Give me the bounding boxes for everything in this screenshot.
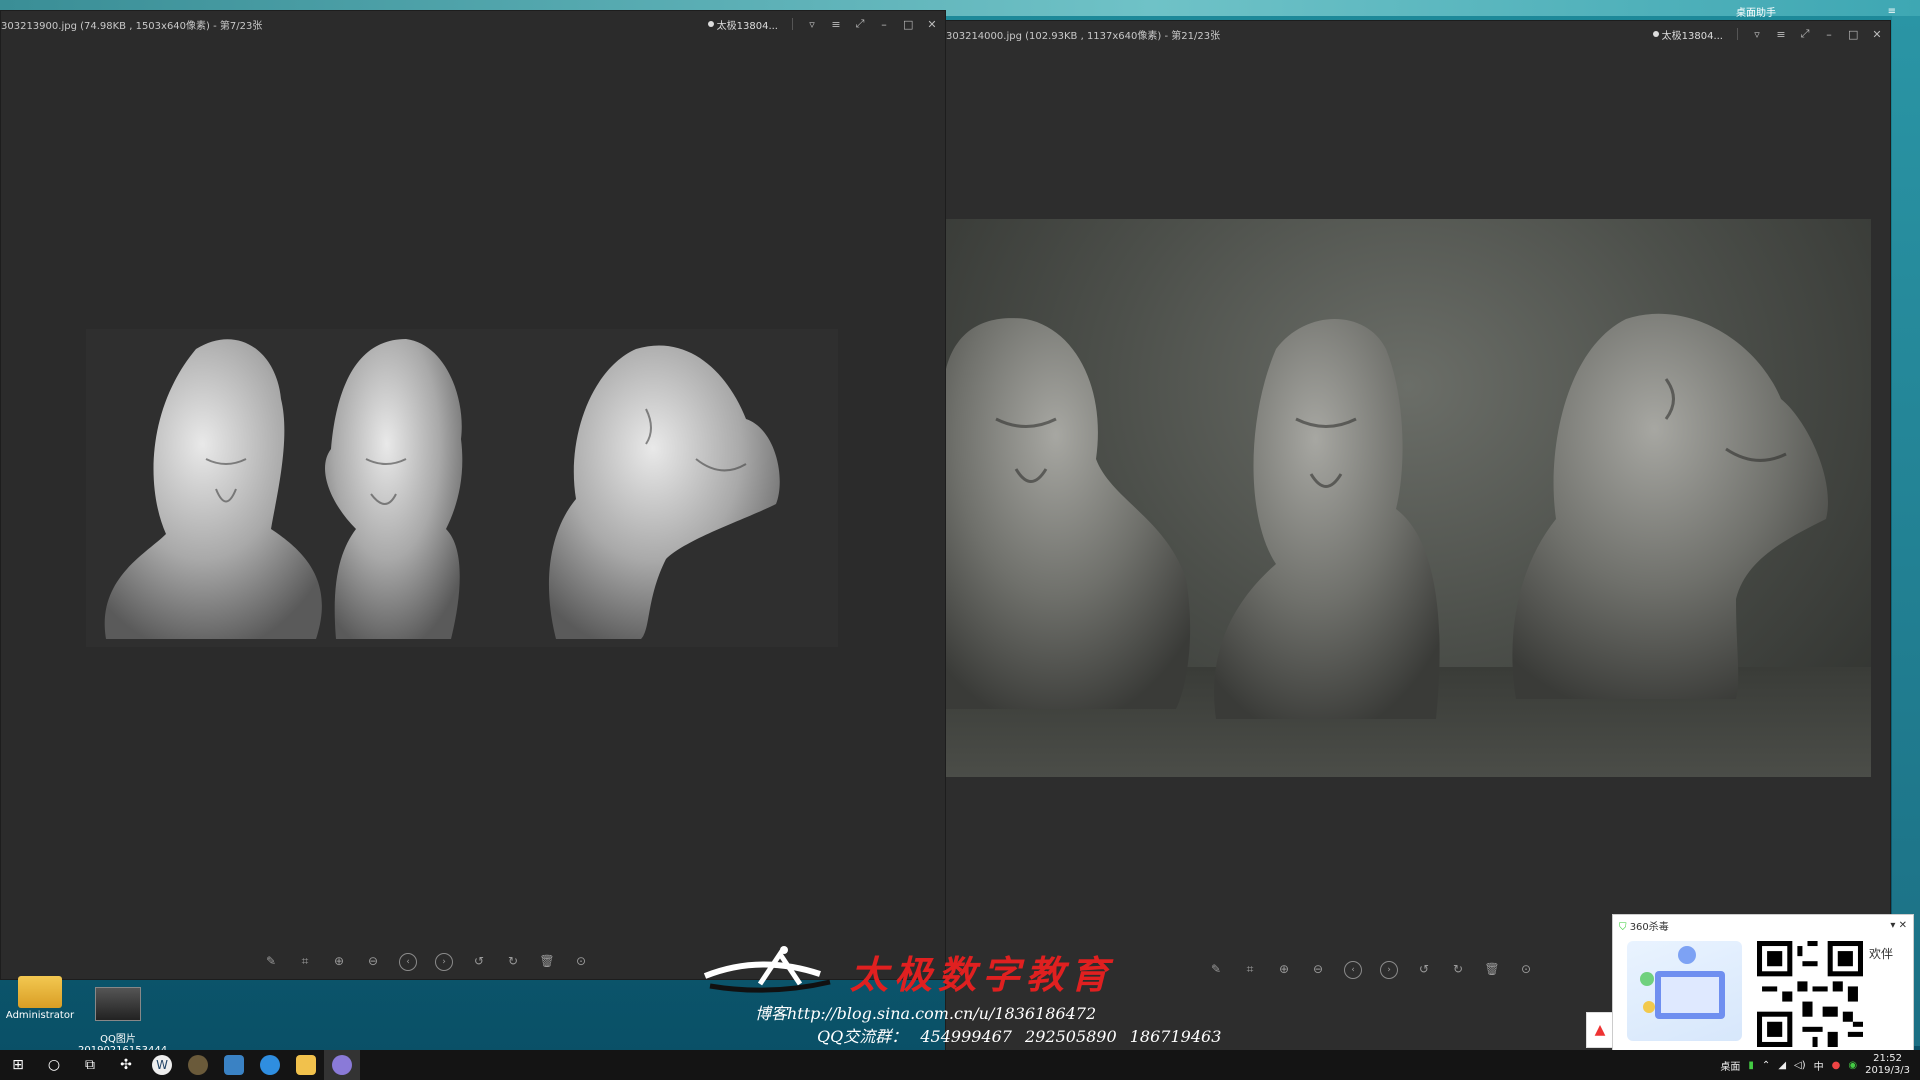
more-icon[interactable]: ⊙ (1518, 961, 1534, 977)
delete-icon[interactable]: 🗑 (1484, 961, 1500, 977)
qr-code-icon[interactable] (1757, 941, 1863, 1047)
chevron-down-icon[interactable]: ▾ (1890, 920, 1895, 931)
watermark-overlay: 太极数字教育 博客http://blog.sina.com.cn/u/18361… (700, 944, 1320, 1059)
popup-header: ⛉ 360杀毒 ▾ ✕ (1613, 915, 1913, 935)
shield-icon: ⛉ (1619, 921, 1627, 933)
minimize-button[interactable]: – (879, 18, 889, 31)
divider (1737, 28, 1738, 40)
image-viewer-icon[interactable] (324, 1050, 360, 1080)
user-name: 太极13804... (716, 20, 778, 32)
clock-date: 2019/3/3 (1865, 1065, 1910, 1076)
desktop-wallpaper-strip (1892, 16, 1920, 1046)
volume-icon[interactable]: ◁) (1794, 1060, 1806, 1071)
prev-icon[interactable]: ‹ (399, 953, 417, 971)
network-icon[interactable]: ◢ (1778, 1060, 1786, 1071)
viewer-titlebar[interactable]: 303213900.jpg (74.98KB , 1503x640像素) - 第… (1, 11, 945, 37)
maximize-button[interactable]: □ (903, 18, 913, 31)
viewer-title: 303213900.jpg (74.98KB , 1503x640像素) - 第… (1, 20, 263, 32)
chevron-up-icon[interactable]: ⌃ (1762, 1060, 1770, 1071)
user-status-icon (1652, 31, 1659, 37)
system-tray: 桌面 ▮ ⌃ ◢ ◁) 中 ● ◉ 21:52 2019/3/3 (1720, 1050, 1910, 1080)
desktop-helper-bar[interactable]: 桌面助手 ≡ (1736, 4, 1896, 19)
sculpt-render-image (86, 329, 838, 647)
next-icon[interactable]: › (435, 953, 453, 971)
user-account[interactable]: 太极13804... (707, 17, 778, 32)
blog-url: 博客http://blog.sina.com.cn/u/1836186472 (755, 1004, 1097, 1023)
windows-start-icon[interactable]: ⊞ (0, 1050, 36, 1080)
zoom-in-icon[interactable]: ⊕ (331, 953, 347, 969)
next-icon[interactable]: › (1380, 961, 1398, 979)
viewer-toolbar: ✎ ⌗ ⊕ ⊖ ‹ › ↺ ↻ 🗑 ⊙ (263, 953, 589, 971)
image-viewer-right: 303214000.jpg (102.93KB , 1137x640像素) - … (945, 20, 1891, 1052)
fullscreen-icon[interactable]: ⤢ (1800, 27, 1810, 41)
image-file-icon (95, 987, 141, 1021)
user-name: 太极13804... (1661, 30, 1723, 42)
brand-name: 太极数字教育 (850, 952, 1115, 997)
delete-icon[interactable]: 🗑 (539, 953, 555, 969)
rotate-left-icon[interactable]: ↺ (1416, 961, 1432, 977)
menu-icon[interactable]: ≡ (1888, 6, 1896, 17)
close-icon[interactable]: ✕ (1899, 920, 1907, 931)
taskbar-app-w[interactable]: W (144, 1050, 180, 1080)
clay-bust-photo (946, 219, 1871, 777)
zoom-out-icon[interactable]: ⊖ (365, 953, 381, 969)
desktop-helper-title: 桌面助手 (1736, 7, 1776, 19)
clock-time: 21:52 (1873, 1053, 1902, 1064)
brand-logo-icon (703, 946, 831, 993)
divider (792, 18, 793, 30)
rotate-right-icon[interactable]: ↻ (505, 953, 521, 969)
crop-icon[interactable]: ⌗ (297, 953, 313, 969)
edit-icon[interactable]: ✎ (263, 953, 279, 969)
viewer-titlebar[interactable]: 303214000.jpg (102.93KB , 1137x640像素) - … (946, 21, 1890, 47)
qq-groups-line: QQ交流群： 454999467 292505890 186719463 (817, 1023, 1221, 1047)
ime-indicator[interactable]: 中 (1814, 1058, 1824, 1073)
folder-icon[interactable] (288, 1050, 324, 1080)
desktop-icon-administrator[interactable]: Administrator (0, 976, 80, 1021)
rotate-right-icon[interactable]: ↻ (1450, 961, 1466, 977)
maximize-button[interactable]: □ (1848, 28, 1858, 41)
user-status-icon (707, 21, 714, 27)
close-button[interactable]: ✕ (927, 18, 937, 31)
fullscreen-icon[interactable]: ⤢ (855, 17, 865, 31)
qq-group-numbers: 454999467 292505890 186719463 (920, 1027, 1222, 1046)
antivirus-popup: ⛉ 360杀毒 ▾ ✕ 欢伴 (1612, 914, 1914, 1054)
menu-icon[interactable]: ≡ (1776, 28, 1786, 41)
desktop-icon-qq-image[interactable]: QQ图片 20190216153444 (78, 976, 167, 1056)
tray-desktop-label[interactable]: 桌面 (1720, 1058, 1740, 1073)
more-icon[interactable]: ⊙ (573, 953, 589, 969)
browser-icon[interactable] (252, 1050, 288, 1080)
taskbar: ⊞ ○ ⧉ ✣ W 桌面 ▮ ⌃ ◢ ◁) 中 ● ◉ 21:52 2019/3… (0, 1050, 1920, 1080)
prev-icon[interactable]: ‹ (1344, 961, 1362, 979)
warning-icon[interactable]: ▲ (1586, 1012, 1614, 1048)
shirt-icon[interactable]: ▿ (1752, 28, 1762, 41)
desktop-icon-label: Administrator (5, 1010, 75, 1021)
rotate-left-icon[interactable]: ↺ (471, 953, 487, 969)
popup-title: ⛉ 360杀毒 (1619, 921, 1669, 933)
search-icon[interactable]: ○ (36, 1050, 72, 1080)
viewer-title: 303214000.jpg (102.93KB , 1137x640像素) - … (946, 30, 1221, 42)
qq-label: QQ交流群： (817, 1027, 908, 1046)
user-account[interactable]: 太极13804... (1652, 27, 1723, 42)
close-button[interactable]: ✕ (1872, 28, 1882, 41)
taskbar-app-tools[interactable] (216, 1050, 252, 1080)
taskbar-app-game[interactable] (180, 1050, 216, 1080)
battery-icon[interactable]: ▮ (1748, 1060, 1754, 1071)
clock[interactable]: 21:52 2019/3/3 (1865, 1053, 1910, 1077)
image-viewer-left: 303213900.jpg (74.98KB , 1503x640像素) - 第… (0, 10, 946, 980)
antivirus-tray-icon[interactable]: ● (1832, 1060, 1841, 1071)
menu-icon[interactable]: ≡ (831, 18, 841, 31)
notification-badge-icon[interactable]: ◉ (1848, 1060, 1857, 1071)
user-folder-icon (18, 976, 62, 1008)
popup-side-text: 欢伴 (1869, 947, 1894, 961)
popup-illustration (1627, 941, 1742, 1041)
minimize-button[interactable]: – (1824, 28, 1834, 41)
task-view-icon[interactable]: ⧉ (72, 1050, 108, 1080)
app-pinwheel-icon[interactable]: ✣ (108, 1050, 144, 1080)
shirt-icon[interactable]: ▿ (807, 18, 817, 31)
